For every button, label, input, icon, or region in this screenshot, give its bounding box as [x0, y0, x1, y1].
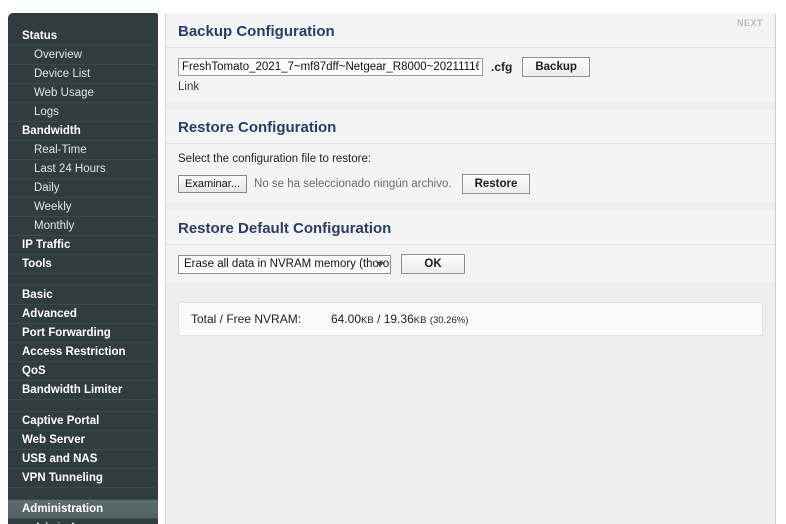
restore-default-row: Erase all data in NVRAM memory (thorough…	[178, 254, 763, 274]
sidebar-item-list: Status Overview Device List Web Usage Logs Ba…	[8, 27, 158, 524]
sidebar-item-daily[interactable]: Daily	[8, 179, 158, 198]
sidebar-item-admin-access[interactable]: Admin Access	[8, 519, 158, 524]
restore-hint-text: Select the configuration file to restore…	[178, 153, 372, 165]
sidebar-item-advanced[interactable]: Advanced	[8, 305, 158, 324]
sidebar-group-separator	[8, 274, 158, 286]
section-gap-3	[166, 283, 775, 290]
sidebar-item-device-list[interactable]: Device List	[8, 65, 158, 84]
sidebar-item-qos[interactable]: QoS	[8, 362, 158, 381]
router-admin-page: Status Overview Device List Web Usage Logs Ba…	[0, 0, 786, 524]
ok-button[interactable]: OK	[401, 254, 465, 274]
sidebar-item-real-time[interactable]: Real-Time	[8, 141, 158, 160]
backup-link[interactable]: Link	[178, 81, 763, 93]
sidebar-item-ip-traffic[interactable]: IP Traffic	[8, 236, 158, 255]
sidebar-item-logs[interactable]: Logs	[8, 103, 158, 122]
nvram-total-value: 64.00	[331, 312, 362, 326]
restore-configuration-heading: Restore Configuration	[166, 109, 775, 144]
sidebar-item-access-restriction[interactable]: Access Restriction	[8, 343, 158, 362]
backup-configuration-heading: Backup Configuration	[166, 13, 775, 48]
sidebar-group-separator	[8, 400, 158, 412]
sidebar-item-administration[interactable]: Administration	[8, 500, 158, 519]
restore-default-body: Erase all data in NVRAM memory (thorough…	[166, 245, 775, 283]
restore-configuration-body: Select the configuration file to restore…	[166, 144, 775, 203]
chevron-down-icon	[376, 261, 384, 267]
nvram-separator: /	[377, 312, 381, 326]
sidebar-item-vpn-tunneling[interactable]: VPN Tunneling	[8, 469, 158, 488]
sidebar-item-usb-and-nas[interactable]: USB and NAS	[8, 450, 158, 469]
nvram-status-panel: Total / Free NVRAM: 64.00KB / 19.36KB (3…	[178, 302, 763, 336]
sidebar-item-bandwidth[interactable]: Bandwidth	[8, 122, 158, 141]
nvram-total-unit: KB	[361, 315, 374, 326]
next-label: NEXT	[736, 18, 763, 28]
nvram-status-label: Total / Free NVRAM:	[191, 312, 302, 326]
restore-file-row: Examinar... No se ha seleccionado ningún…	[178, 174, 763, 194]
restore-file-input[interactable]: Examinar... No se ha seleccionado ningún…	[178, 175, 452, 193]
sidebar-item-weekly[interactable]: Weekly	[8, 198, 158, 217]
sidebar-navigation: Status Overview Device List Web Usage Logs Ba…	[8, 13, 158, 524]
sidebar-item-overview[interactable]: Overview	[8, 46, 158, 65]
erase-mode-select[interactable]: Erase all data in NVRAM memory (thorough…	[178, 254, 391, 274]
sidebar-group-separator	[8, 488, 158, 500]
erase-mode-selected-option: Erase all data in NVRAM memory (thorough…	[184, 257, 391, 270]
selected-file-name: No se ha seleccionado ningún archivo.	[254, 178, 452, 190]
backup-button[interactable]: Backup	[522, 57, 590, 77]
sidebar-item-port-forwarding[interactable]: Port Forwarding	[8, 324, 158, 343]
sidebar-item-web-usage[interactable]: Web Usage	[8, 84, 158, 103]
section-gap-2	[166, 203, 775, 210]
backup-filename-input[interactable]	[178, 58, 483, 76]
restore-configuration-section: Restore Configuration Select the configu…	[166, 109, 775, 203]
backup-configuration-body: .cfg Backup Link	[166, 48, 775, 102]
sidebar-item-last-24-hours[interactable]: Last 24 Hours	[8, 160, 158, 179]
sidebar-item-status[interactable]: Status	[8, 27, 158, 46]
backup-configuration-section: Backup Configuration .cfg Backup Link	[166, 13, 775, 102]
nvram-free-unit: KB	[413, 315, 427, 326]
sidebar-item-bandwidth-limiter[interactable]: Bandwidth Limiter	[8, 381, 158, 400]
nvram-free-percent: (30.26%)	[429, 315, 469, 326]
sidebar-item-monthly[interactable]: Monthly	[8, 217, 158, 236]
main-content: NEXT Backup Configuration .cfg Backup Li…	[165, 13, 776, 524]
sidebar-item-web-server[interactable]: Web Server	[8, 431, 158, 450]
backup-extension-label: .cfg	[491, 60, 513, 74]
nvram-status-value: 64.00KB / 19.36KB (30.26%)	[331, 312, 468, 326]
section-gap-1	[166, 102, 775, 109]
sidebar-item-tools[interactable]: Tools	[8, 255, 158, 274]
browse-button[interactable]: Examinar...	[178, 175, 248, 193]
restore-button[interactable]: Restore	[461, 174, 531, 194]
nvram-free-value: 19.36	[383, 312, 414, 326]
backup-filename-row: .cfg Backup	[178, 57, 763, 77]
sidebar-item-captive-portal[interactable]: Captive Portal	[8, 412, 158, 431]
restore-default-section: Restore Default Configuration Erase all …	[166, 210, 775, 283]
sidebar-item-basic[interactable]: Basic	[8, 286, 158, 305]
restore-default-heading: Restore Default Configuration	[166, 210, 775, 245]
sidebar-top-spacer	[8, 13, 158, 27]
